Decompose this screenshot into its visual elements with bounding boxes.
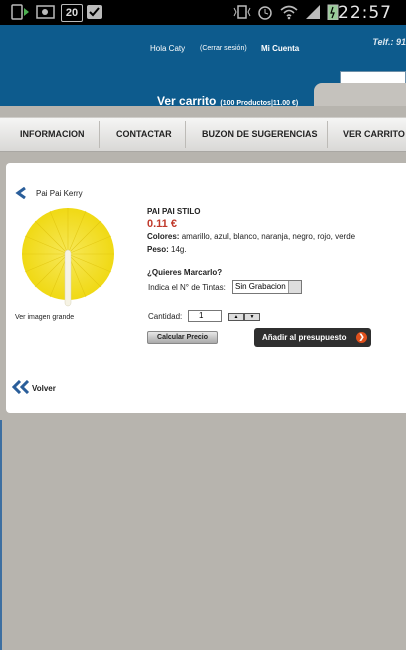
add-to-quote-label: Añadir al presupuesto xyxy=(262,333,347,342)
inks-selected-value: Sin Grabacion xyxy=(235,282,286,291)
phone-number: Telf.: 91 xyxy=(372,37,406,47)
back-chevron-icon[interactable] xyxy=(15,187,27,199)
nav-sugerencias[interactable]: BUZON DE SUGERENCIAS xyxy=(202,129,318,139)
back-double-chevron-icon[interactable] xyxy=(12,380,30,394)
site-header: Hola Caty (Cerrar sesión) Mi Cuenta Telf… xyxy=(0,25,406,108)
inks-select[interactable]: Sin Grabacion xyxy=(232,280,302,294)
cart-count: (100 Productos|11.00 €) xyxy=(220,100,299,107)
nav-divider xyxy=(327,121,328,148)
back-link[interactable]: Volver xyxy=(32,384,56,393)
product-price: 0.11 € xyxy=(147,218,177,230)
weight-label: Peso: xyxy=(147,245,169,254)
colors-label: Colores: xyxy=(147,232,180,241)
calc-price-button[interactable]: Calcular Precio xyxy=(147,331,218,344)
nav-ver-carrito[interactable]: VER CARRITO xyxy=(343,129,405,139)
status-bar: 20 22:57 xyxy=(0,0,406,25)
vibrate-icon xyxy=(233,5,251,19)
alarm-icon xyxy=(258,6,272,20)
add-to-quote-button[interactable]: Añadir al presupuesto ❯ xyxy=(254,328,371,347)
left-edge-strip xyxy=(0,420,2,650)
inks-label: Indica el N° de Tintas: xyxy=(148,283,226,292)
view-large-link[interactable]: Ver imagen grande xyxy=(15,314,74,321)
image-icon xyxy=(36,5,55,19)
wifi-icon xyxy=(280,5,298,20)
product-colors: Colores: amarillo, azul, blanco, naranja… xyxy=(147,232,355,241)
task-check-icon xyxy=(87,5,102,19)
cart-summary[interactable]: Ver carrito (100 Productos|11.00 €) xyxy=(157,92,298,110)
nav-divider xyxy=(99,121,100,148)
signal-icon xyxy=(306,5,320,19)
account-link[interactable]: Mi Cuenta xyxy=(261,44,299,53)
product-image[interactable] xyxy=(20,206,116,310)
breadcrumb-link[interactable]: Pai Pai Kerry xyxy=(36,189,83,198)
arrow-right-icon: ❯ xyxy=(356,332,367,343)
calendar-badge: 20 xyxy=(61,4,83,22)
quantity-input[interactable]: 1 xyxy=(188,310,222,322)
mark-question: ¿Quieres Marcarlo? xyxy=(147,268,223,277)
nav-contactar[interactable]: CONTACTAR xyxy=(116,129,172,139)
main-nav: INFORMACION CONTACTAR BUZON DE SUGERENCI… xyxy=(0,117,406,152)
colors-value: amarillo, azul, blanco, naranja, negro, … xyxy=(181,232,356,241)
logout-link[interactable]: (Cerrar sesión) xyxy=(200,45,247,52)
status-clock: 22:57 xyxy=(338,3,392,23)
cart-label[interactable]: Ver carrito xyxy=(157,94,216,108)
weight-value: 14g. xyxy=(171,245,187,254)
product-weight: Peso: 14g. xyxy=(147,245,187,254)
qty-increase-button[interactable]: ▲ xyxy=(228,313,244,321)
greeting-text: Hola Caty xyxy=(150,44,186,53)
nav-informacion[interactable]: INFORMACION xyxy=(20,129,85,139)
qty-label: Cantidad: xyxy=(148,312,183,321)
qty-decrease-button[interactable]: ▼ xyxy=(244,313,260,321)
phone-charging-icon xyxy=(11,4,29,20)
nav-divider xyxy=(185,121,186,148)
header-tab-decoration xyxy=(314,83,406,106)
select-arrow-icon xyxy=(288,281,301,293)
product-name: PAI PAI STILO xyxy=(147,207,201,216)
